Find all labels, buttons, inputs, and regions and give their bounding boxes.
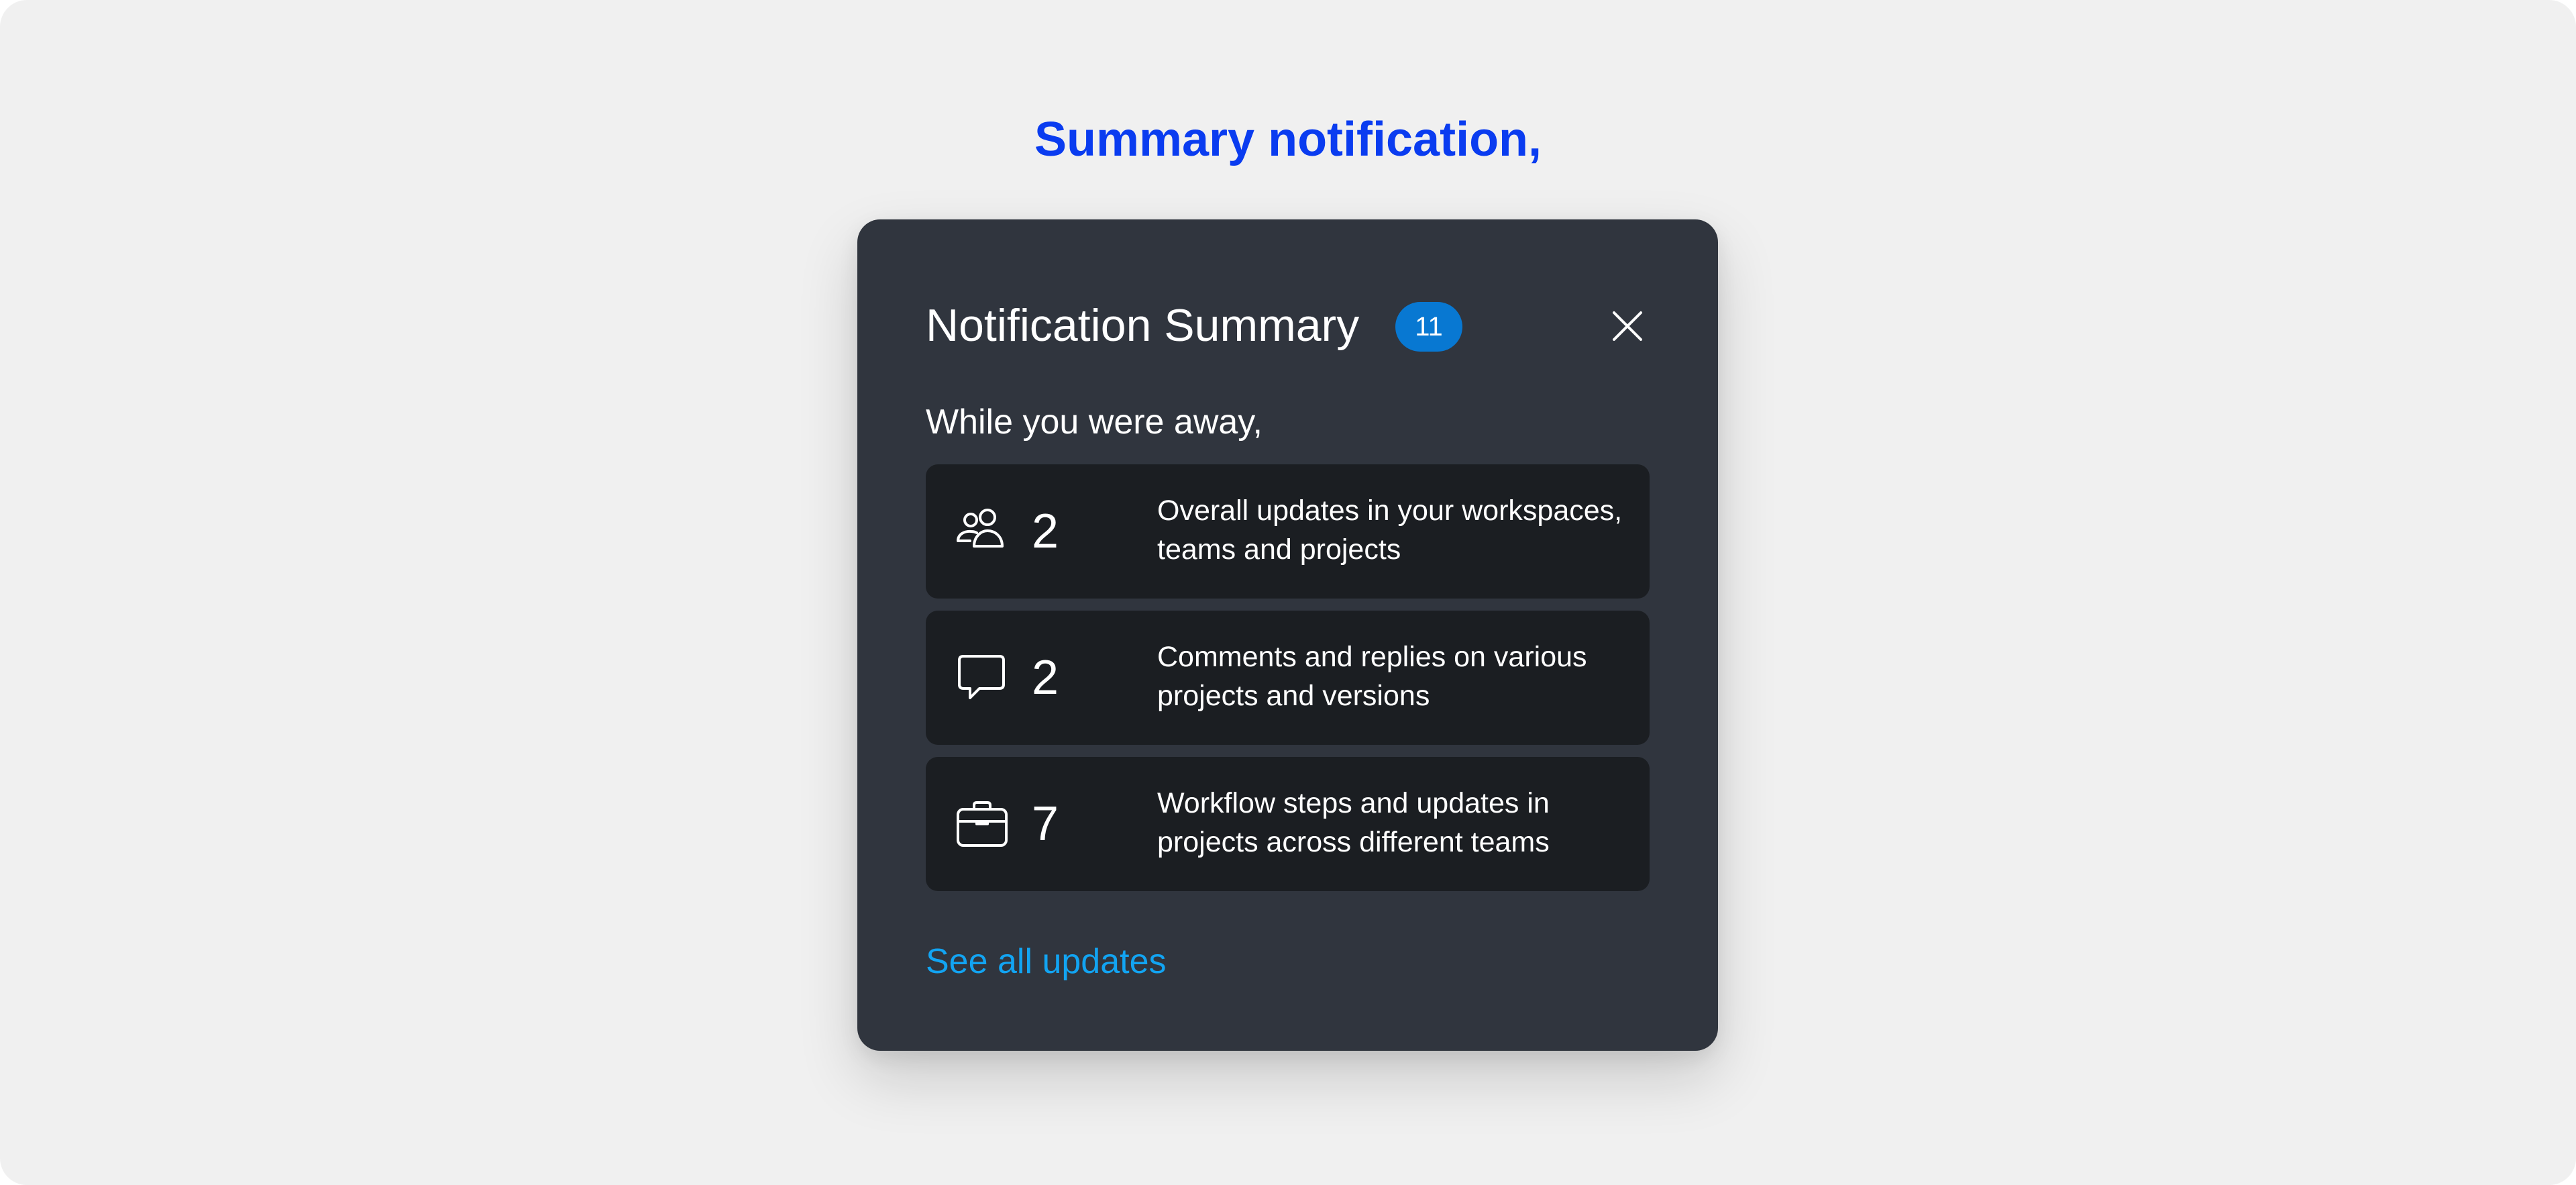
- row-count: 2: [1032, 505, 1059, 558]
- comment-icon: [955, 654, 1009, 702]
- summary-row-workflow[interactable]: 7 Workflow steps and updates in projects…: [926, 757, 1650, 891]
- summary-row-workspace-updates[interactable]: 2 Overall updates in your workspaces, te…: [926, 464, 1650, 599]
- intro-text: While you were away,: [926, 403, 1263, 442]
- page-heading: Summary notification,: [1034, 113, 1542, 166]
- see-all-updates-link[interactable]: See all updates: [926, 935, 1167, 988]
- summary-row-comments[interactable]: 2 Comments and replies on various projec…: [926, 611, 1650, 745]
- row-count: 2: [1032, 651, 1059, 705]
- row-description: Workflow steps and updates in projects a…: [1157, 787, 1550, 858]
- briefcase-icon: [955, 800, 1009, 848]
- summary-list: 2 Overall updates in your workspaces, te…: [926, 464, 1650, 903]
- row-count: 7: [1032, 797, 1059, 851]
- card-title: Notification Summary: [926, 300, 1360, 351]
- card-header: Notification Summary 11: [926, 292, 1650, 359]
- close-button[interactable]: [1605, 304, 1650, 348]
- notification-count-badge: 11: [1395, 302, 1462, 352]
- row-description: Comments and replies on various projects…: [1157, 641, 1587, 712]
- notification-summary-card: Notification Summary 11 While you were a…: [857, 219, 1718, 1051]
- close-icon: [1613, 311, 1642, 341]
- page-background: Summary notification, Notification Summa…: [0, 0, 2576, 1185]
- users-icon: [955, 507, 1009, 556]
- row-description: Overall updates in your workspaces, team…: [1157, 495, 1623, 566]
